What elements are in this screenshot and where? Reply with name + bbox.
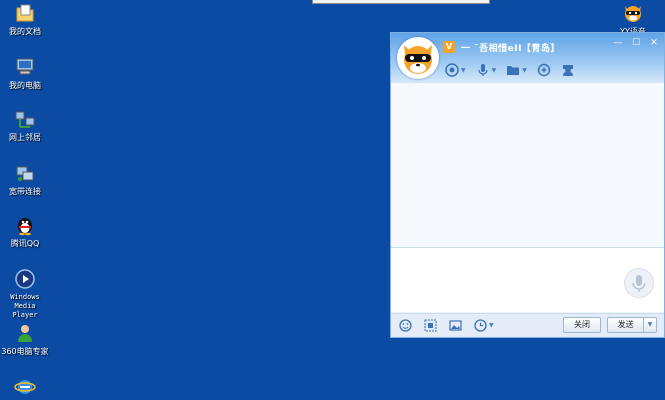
chevron-down-icon: ▼: [461, 66, 466, 74]
desktop-icon-my-computer[interactable]: 我的电脑: [0, 56, 50, 90]
microphone-icon: [632, 275, 646, 292]
user-icon: [562, 65, 573, 76]
image-icon[interactable]: [449, 319, 462, 332]
voice-input-button[interactable]: [624, 268, 654, 298]
close-chat-button[interactable]: 关闭: [563, 317, 601, 333]
360-expert-icon: [18, 325, 32, 342]
chevron-down-icon: ▼: [489, 322, 494, 329]
desktop-icon-label: 宽带连接: [9, 187, 41, 196]
desktop-icon-media-player[interactable]: Windows Media Player: [0, 268, 50, 320]
video-call-button[interactable]: ▼: [445, 63, 466, 77]
microphone-icon: [478, 64, 488, 76]
remote-assist-button[interactable]: [561, 63, 575, 77]
chat-header: V 一 ˜吾相惜eII【青岛】 — ☐ ✕ ▼ ▼ ▼: [391, 33, 664, 83]
network-icon: [15, 111, 35, 128]
file-transfer-button[interactable]: ▼: [506, 63, 527, 77]
qq-penguin-icon: [18, 218, 32, 236]
chat-toolbar: ▼ ▼ ▼: [445, 63, 575, 77]
chat-bottom-toolbar: ▼ 关闭 发送 ▼: [391, 313, 664, 337]
add-chat-icon: [537, 63, 551, 77]
chat-title: 一 ˜吾相惜eII【青岛】: [461, 43, 560, 54]
yy-bear-avatar-icon: [404, 45, 432, 74]
maximize-button[interactable]: ☐: [630, 38, 642, 48]
chevron-down-icon: ▼: [522, 66, 527, 74]
media-player-icon: [15, 269, 35, 289]
minimize-button[interactable]: —: [612, 38, 624, 48]
add-friend-button[interactable]: [537, 63, 551, 77]
video-camera-icon: [445, 63, 459, 77]
desktop-icon-my-documents[interactable]: 我的文档: [0, 2, 50, 36]
history-button[interactable]: ▼: [474, 319, 494, 332]
message-input[interactable]: [391, 248, 664, 312]
desktop-icon-internet-explorer[interactable]: [0, 375, 50, 400]
voice-call-button[interactable]: ▼: [476, 63, 497, 77]
chat-title-row: V 一 ˜吾相惜eII【青岛】: [443, 40, 560, 54]
chat-history-area: [391, 83, 664, 247]
desktop-icon-label: 我的文档: [9, 27, 41, 36]
close-window-button[interactable]: ✕: [648, 38, 660, 48]
broadband-icon: [16, 166, 34, 181]
folder-document-icon: [16, 4, 34, 22]
input-tools: ▼: [399, 319, 494, 332]
emoji-icon[interactable]: [399, 319, 412, 332]
computer-icon: [16, 58, 34, 75]
desktop-icon-label: 腾讯QQ: [10, 239, 40, 248]
desktop-icon-network[interactable]: 网上邻居: [0, 108, 50, 142]
background-window-edge: [312, 0, 490, 4]
yy-voice-icon: [625, 6, 641, 22]
desktop-icon-label: 网上邻居: [9, 133, 41, 142]
send-options-button[interactable]: ▼: [643, 317, 657, 333]
contact-avatar[interactable]: [397, 37, 439, 79]
window-controls: — ☐ ✕: [612, 38, 660, 48]
desktop-icon-label: 360电脑专家: [1, 347, 49, 356]
desktop-icon-label: 我的电脑: [9, 81, 41, 90]
desktop-icon-yy-voice[interactable]: YY语音: [608, 2, 658, 36]
clock-icon: [474, 319, 487, 332]
desktop-icon-360-expert[interactable]: 360电脑专家: [0, 322, 50, 356]
send-button[interactable]: 发送: [607, 317, 643, 333]
desktop-icon-qq[interactable]: 腾讯QQ: [0, 214, 50, 248]
vip-badge: V: [443, 41, 455, 53]
internet-explorer-icon: [14, 380, 36, 394]
folder-icon: [507, 66, 520, 75]
chevron-down-icon: ▼: [491, 66, 497, 74]
chat-window: V 一 ˜吾相惜eII【青岛】 — ☐ ✕ ▼ ▼ ▼ ▼ 关闭 发送 ▼: [390, 32, 665, 338]
desktop-icon-broadband[interactable]: 宽带连接: [0, 162, 50, 196]
desktop-icon-label: Windows Media Player: [10, 293, 40, 319]
screenshot-icon[interactable]: [424, 319, 437, 332]
